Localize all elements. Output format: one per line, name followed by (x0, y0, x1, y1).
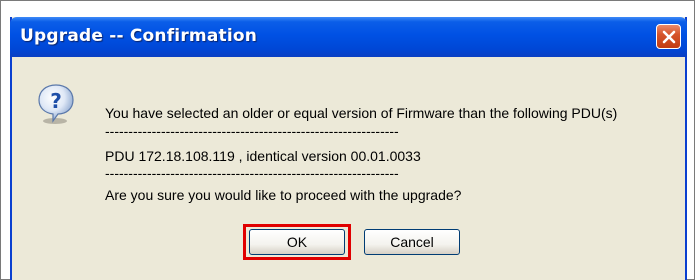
svg-text:?: ? (50, 89, 62, 113)
ok-button[interactable]: OK (249, 229, 345, 255)
confirm-question: Are you sure you would like to proceed w… (105, 187, 462, 203)
cancel-button[interactable]: Cancel (364, 229, 460, 255)
separator-line: ----------------------------------------… (105, 123, 399, 139)
title-bar[interactable]: Upgrade -- Confirmation (10, 17, 687, 57)
question-icon: ? (37, 83, 75, 125)
separator-line: ----------------------------------------… (105, 165, 399, 181)
close-button[interactable] (656, 24, 681, 49)
pdu-version-line: PDU 172.18.108.119 , identical version 0… (105, 148, 421, 164)
confirmation-dialog: Upgrade -- Confirmation ? You have selec… (10, 17, 687, 280)
message-line: You have selected an older or equal vers… (105, 105, 618, 121)
close-icon (662, 30, 675, 43)
dialog-title: Upgrade -- Confirmation (20, 26, 258, 46)
